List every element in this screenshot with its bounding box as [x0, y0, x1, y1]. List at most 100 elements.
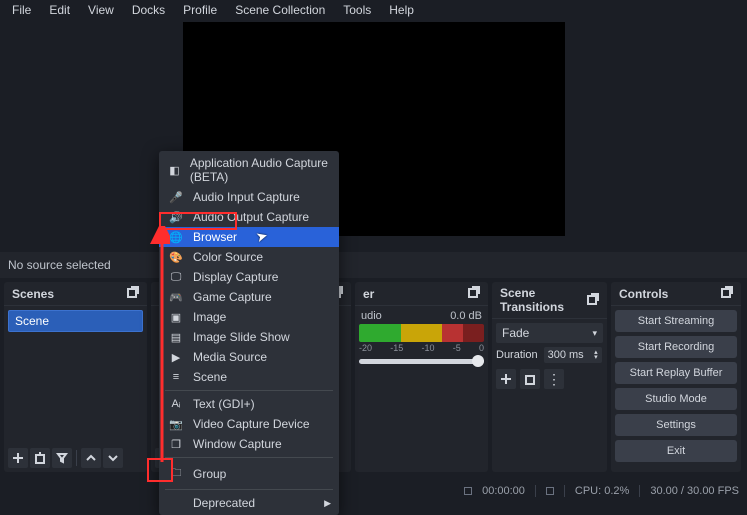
- remove-scene-button[interactable]: [30, 448, 50, 468]
- duration-input[interactable]: 300 ms ▴▾: [544, 347, 602, 363]
- duration-steppers[interactable]: ▴▾: [594, 350, 598, 360]
- popout-icon[interactable]: [468, 286, 480, 301]
- transition-properties-button[interactable]: ⋮: [544, 369, 564, 389]
- add-source-context-menu: ◧Application Audio Capture (BETA) 🎤 Audio …: [159, 151, 339, 515]
- monitor-icon: 🖵: [169, 271, 183, 284]
- volume-slider[interactable]: [359, 359, 484, 364]
- menu-view[interactable]: View: [80, 1, 122, 19]
- chevron-down-icon: ▾: [592, 328, 597, 339]
- remove-transition-button[interactable]: [520, 369, 540, 389]
- ctx-display-capture[interactable]: 🖵Display Capture: [159, 267, 339, 287]
- ctx-video-capture-device[interactable]: 📷 Video Capture Device: [159, 414, 339, 434]
- mixer-title: er: [363, 287, 374, 301]
- ctx-label: Window Capture: [193, 437, 282, 451]
- mixer-track-name: udio: [361, 310, 382, 322]
- ctx-label: Image: [193, 310, 226, 324]
- ctx-label: Audio Input Capture: [193, 190, 300, 204]
- rec-indicator-icon: [546, 487, 554, 495]
- palette-icon: 🎨: [169, 251, 183, 264]
- ctx-audio-input-capture[interactable]: 🎤 Audio Input Capture: [159, 187, 339, 207]
- ctx-label: Deprecated: [193, 496, 255, 510]
- menubar: FileEditViewDocksProfileScene Collection…: [0, 0, 747, 20]
- ctx-image[interactable]: ▣ Image: [159, 307, 339, 327]
- ctx-application-audio-capture-beta-[interactable]: ◧Application Audio Capture (BETA): [159, 153, 339, 187]
- controls-panel: Controls Start Streaming Start Recording S…: [611, 282, 741, 472]
- ctx-text-gdi-[interactable]: Aᵢ Text (GDI+): [159, 394, 339, 414]
- ctx-label: Scene: [193, 370, 227, 384]
- ctx-color-source[interactable]: 🎨 Color Source: [159, 247, 339, 267]
- preview-area: [0, 20, 747, 252]
- meter-ticks: -20-15-10-50: [359, 343, 484, 353]
- panels-row: Scenes Scene Sources: [0, 278, 747, 472]
- speaker-icon: 🔊: [169, 211, 183, 224]
- slider-thumb[interactable]: [472, 355, 484, 367]
- image-icon: ▣: [169, 311, 183, 324]
- ctx-label: Text (GDI+): [193, 397, 255, 411]
- scene-down-button[interactable]: [103, 448, 123, 468]
- duration-value: 300 ms: [548, 349, 584, 361]
- stream-indicator-icon: [464, 487, 472, 495]
- menu-scene-collection[interactable]: Scene Collection: [227, 1, 333, 19]
- list-icon: ≡: [169, 371, 183, 383]
- settings-button[interactable]: Settings: [615, 414, 737, 436]
- popout-icon[interactable]: [587, 293, 599, 308]
- studio-mode-button[interactable]: Studio Mode: [615, 388, 737, 410]
- scene-item[interactable]: Scene: [8, 310, 143, 332]
- window-icon: ❐: [169, 438, 183, 451]
- popout-icon[interactable]: [721, 286, 733, 301]
- app-audio-icon: ◧: [169, 164, 180, 177]
- ctx-label: Video Capture Device: [193, 417, 310, 431]
- controls-title: Controls: [619, 287, 668, 301]
- transition-select[interactable]: Fade ▾: [496, 323, 603, 343]
- ctx-browser[interactable]: 🌐Browser: [159, 227, 339, 247]
- status-cpu: CPU: 0.2%: [575, 485, 629, 497]
- scenes-title: Scenes: [12, 287, 54, 301]
- popout-icon[interactable]: [127, 286, 139, 301]
- menu-help[interactable]: Help: [381, 1, 422, 19]
- gamepad-icon: 🎮: [169, 291, 183, 304]
- ctx-label: Media Source: [193, 350, 267, 364]
- ctx-label: Image Slide Show: [193, 330, 290, 344]
- duration-label: Duration: [496, 349, 538, 361]
- scene-up-button[interactable]: [81, 448, 101, 468]
- start-replay-buffer-button[interactable]: Start Replay Buffer: [615, 362, 737, 384]
- camera-icon: 📷: [169, 418, 183, 431]
- start-recording-button[interactable]: Start Recording: [615, 336, 737, 358]
- mixer-track: udio 0.0 dB -20-15-10-50: [359, 310, 484, 364]
- ctx-deprecated[interactable]: Deprecated ▶: [159, 493, 339, 513]
- transitions-panel: Scene Transitions Fade ▾ Duration 300 ms…: [492, 282, 607, 472]
- slideshow-icon: ▤: [169, 331, 183, 344]
- mic-icon: 🎤: [169, 191, 183, 204]
- add-transition-button[interactable]: [496, 369, 516, 389]
- menu-docks[interactable]: Docks: [124, 1, 173, 19]
- start-streaming-button[interactable]: Start Streaming: [615, 310, 737, 332]
- menu-edit[interactable]: Edit: [41, 1, 78, 19]
- ctx-window-capture[interactable]: ❐ Window Capture: [159, 434, 339, 454]
- status-time: 00:00:00: [482, 485, 525, 497]
- menu-profile[interactable]: Profile: [175, 1, 225, 19]
- scenes-toolbar: [4, 445, 147, 472]
- scenes-panel: Scenes Scene: [4, 282, 147, 472]
- ctx-scene[interactable]: ≡ Scene: [159, 367, 339, 387]
- status-fps: 30.00 / 30.00 FPS: [650, 485, 739, 497]
- no-source-label: No source selected: [0, 252, 747, 278]
- globe-icon: 🌐: [169, 231, 183, 244]
- transitions-title: Scene Transitions: [500, 286, 587, 314]
- scene-filters-button[interactable]: [52, 448, 72, 468]
- chevron-right-icon: ▶: [324, 498, 331, 509]
- menu-tools[interactable]: Tools: [335, 1, 379, 19]
- status-bar: 00:00:00 CPU: 0.2% 30.00 / 30.00 FPS: [0, 482, 747, 500]
- add-scene-button[interactable]: [8, 448, 28, 468]
- exit-button[interactable]: Exit: [615, 440, 737, 462]
- ctx-media-source[interactable]: ▶ Media Source: [159, 347, 339, 367]
- ctx-audio-output-capture[interactable]: 🔊Audio Output Capture: [159, 207, 339, 227]
- folder-icon: 🗀: [169, 464, 183, 483]
- ctx-label: Group: [193, 467, 226, 481]
- ctx-label: Color Source: [193, 250, 263, 264]
- text-icon: Aᵢ: [169, 398, 183, 410]
- menu-file[interactable]: File: [4, 1, 39, 19]
- ctx-group[interactable]: 🗀 Group: [159, 461, 339, 486]
- ctx-image-slide-show[interactable]: ▤ Image Slide Show: [159, 327, 339, 347]
- play-icon: ▶: [169, 351, 183, 364]
- ctx-game-capture[interactable]: 🎮Game Capture: [159, 287, 339, 307]
